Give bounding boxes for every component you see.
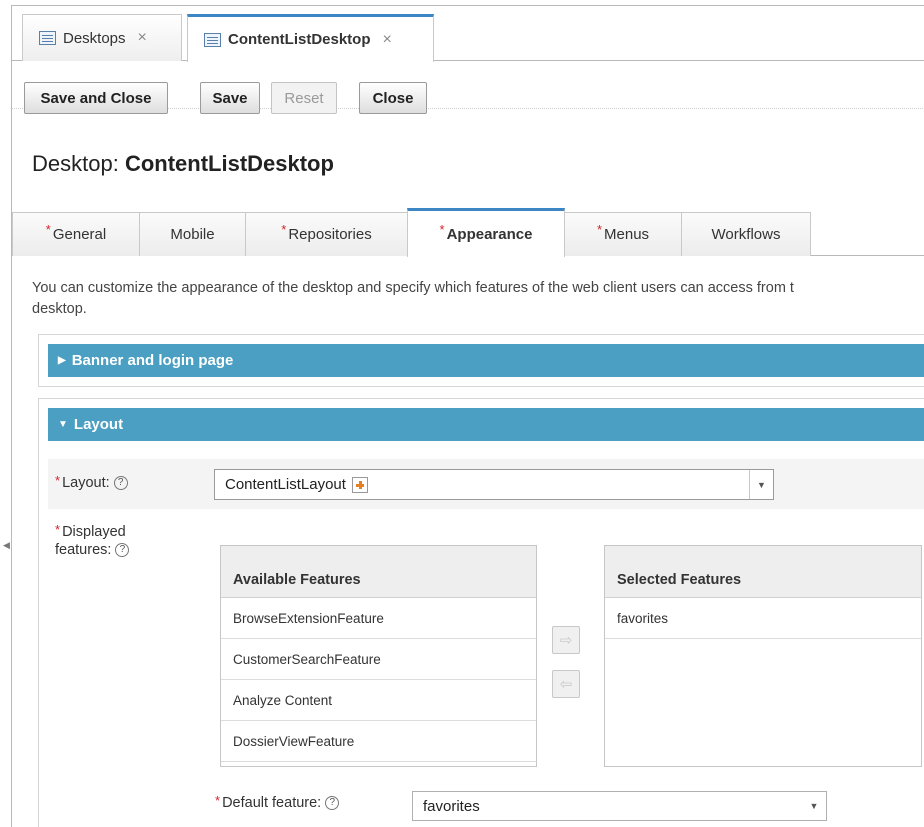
- tab-menus[interactable]: * Menus: [564, 212, 682, 256]
- tab-label: Desktops: [63, 29, 126, 47]
- close-icon[interactable]: ×: [383, 31, 392, 49]
- help-icon[interactable]: ?: [115, 543, 130, 558]
- add-layout-icon[interactable]: [351, 476, 368, 493]
- page-title-prefix: Desktop:: [32, 151, 125, 176]
- banner-section-header[interactable]: ▶ Banner and login page: [48, 344, 924, 377]
- displayed-features-label: * Displayed features:?: [55, 522, 130, 559]
- tab-label: Mobile: [170, 226, 215, 243]
- tab-repositories[interactable]: * Repositories: [245, 212, 408, 256]
- tab-label: ContentListDesktop: [228, 31, 371, 48]
- chevron-down-icon[interactable]: ▼: [802, 792, 826, 820]
- layout-section-header[interactable]: ▼ Layout: [48, 408, 924, 441]
- appearance-description: You can customize the appearance of the …: [32, 278, 924, 320]
- chevron-down-icon[interactable]: ▼: [749, 470, 773, 499]
- save-button[interactable]: Save: [200, 82, 260, 114]
- settings-tab-bar: * General Mobile * Repositories * Appearanc…: [12, 208, 924, 257]
- help-icon[interactable]: ?: [113, 476, 128, 491]
- default-feature-select[interactable]: favorites ▼: [412, 791, 827, 821]
- toolbar: Save and Close Save Reset Close: [12, 61, 924, 114]
- default-feature-label-text: Default feature:: [222, 795, 322, 811]
- displayed-features-label-line1: Displayed: [62, 524, 126, 540]
- required-marker: *: [215, 793, 221, 808]
- selected-features-list: Selected Features favorites: [604, 545, 922, 767]
- required-marker: *: [45, 222, 51, 237]
- collapse-caret-icon[interactable]: ◀: [3, 540, 10, 551]
- layout-label: * Layout:?: [55, 473, 128, 492]
- layout-label-text: Layout:: [62, 475, 110, 491]
- banner-section: ▶ Banner and login page: [38, 334, 924, 387]
- reset-button[interactable]: Reset: [271, 82, 337, 114]
- description-line: desktop.: [32, 301, 87, 317]
- table-icon: [39, 31, 56, 45]
- available-features-list: Available Features BrowseExtensionFeatur…: [220, 545, 537, 767]
- section-title: Banner and login page: [71, 352, 234, 369]
- required-marker: *: [596, 222, 603, 237]
- selected-features-header: Selected Features: [605, 546, 921, 598]
- collapse-arrow-icon: ▼: [58, 419, 68, 430]
- required-marker: *: [55, 473, 61, 488]
- tab-label: Menus: [604, 226, 650, 243]
- tab-label: Repositories: [288, 226, 372, 243]
- default-feature-value: favorites: [423, 797, 480, 815]
- page-title-name: ContentListDesktop: [124, 151, 334, 176]
- help-icon[interactable]: ?: [325, 796, 340, 811]
- tab-general[interactable]: * General: [12, 212, 140, 256]
- tab-label: Workflows: [711, 226, 781, 243]
- move-left-arrow-icon[interactable]: ⇦: [552, 670, 580, 698]
- list-item[interactable]: CustomerSearchFeature: [221, 639, 536, 680]
- tab-desktops[interactable]: Desktops ×: [22, 14, 182, 61]
- tab-workflows[interactable]: Workflows: [681, 212, 811, 256]
- list-item[interactable]: BrowseExtensionFeature: [221, 598, 536, 639]
- layout-select-value: ContentListLayout: [225, 476, 346, 493]
- description-line: You can customize the appearance of the …: [32, 280, 794, 296]
- tab-contentlistdesktop[interactable]: ContentListDesktop ×: [187, 14, 434, 62]
- page-title: Desktop: ContentListDesktop: [32, 151, 334, 177]
- available-features-header: Available Features: [221, 546, 536, 598]
- required-marker: *: [55, 522, 61, 537]
- tab-mobile[interactable]: Mobile: [139, 212, 246, 256]
- layout-section: ▼ Layout * Layout:? ContentListLayout ▼ *…: [38, 398, 924, 827]
- expand-arrow-icon: ▶: [58, 355, 66, 366]
- tab-appearance[interactable]: * Appearance: [407, 208, 565, 257]
- tab-label: Appearance: [446, 225, 533, 243]
- displayed-features-label-line2: features:: [55, 542, 112, 558]
- close-icon[interactable]: ×: [138, 29, 147, 47]
- list-item[interactable]: DossierViewFeature: [221, 721, 536, 762]
- section-title: Layout: [73, 416, 124, 433]
- close-button[interactable]: Close: [359, 82, 427, 114]
- move-right-arrow-icon[interactable]: ⇨: [552, 626, 580, 654]
- required-marker: *: [281, 222, 287, 237]
- layout-select[interactable]: ContentListLayout ▼: [214, 469, 774, 500]
- required-marker: *: [439, 221, 445, 237]
- document-tab-bar: Desktops × ContentListDesktop ×: [12, 6, 924, 62]
- admin-frame: Desktops × ContentListDesktop × Save and…: [11, 5, 924, 827]
- desktop-icon: [204, 32, 221, 47]
- default-feature-label: * Default feature:?: [215, 793, 340, 812]
- list-item[interactable]: Analyze Content: [221, 680, 536, 721]
- list-item[interactable]: favorites: [605, 598, 921, 639]
- tab-label: General: [52, 226, 107, 243]
- save-and-close-button[interactable]: Save and Close: [24, 82, 168, 114]
